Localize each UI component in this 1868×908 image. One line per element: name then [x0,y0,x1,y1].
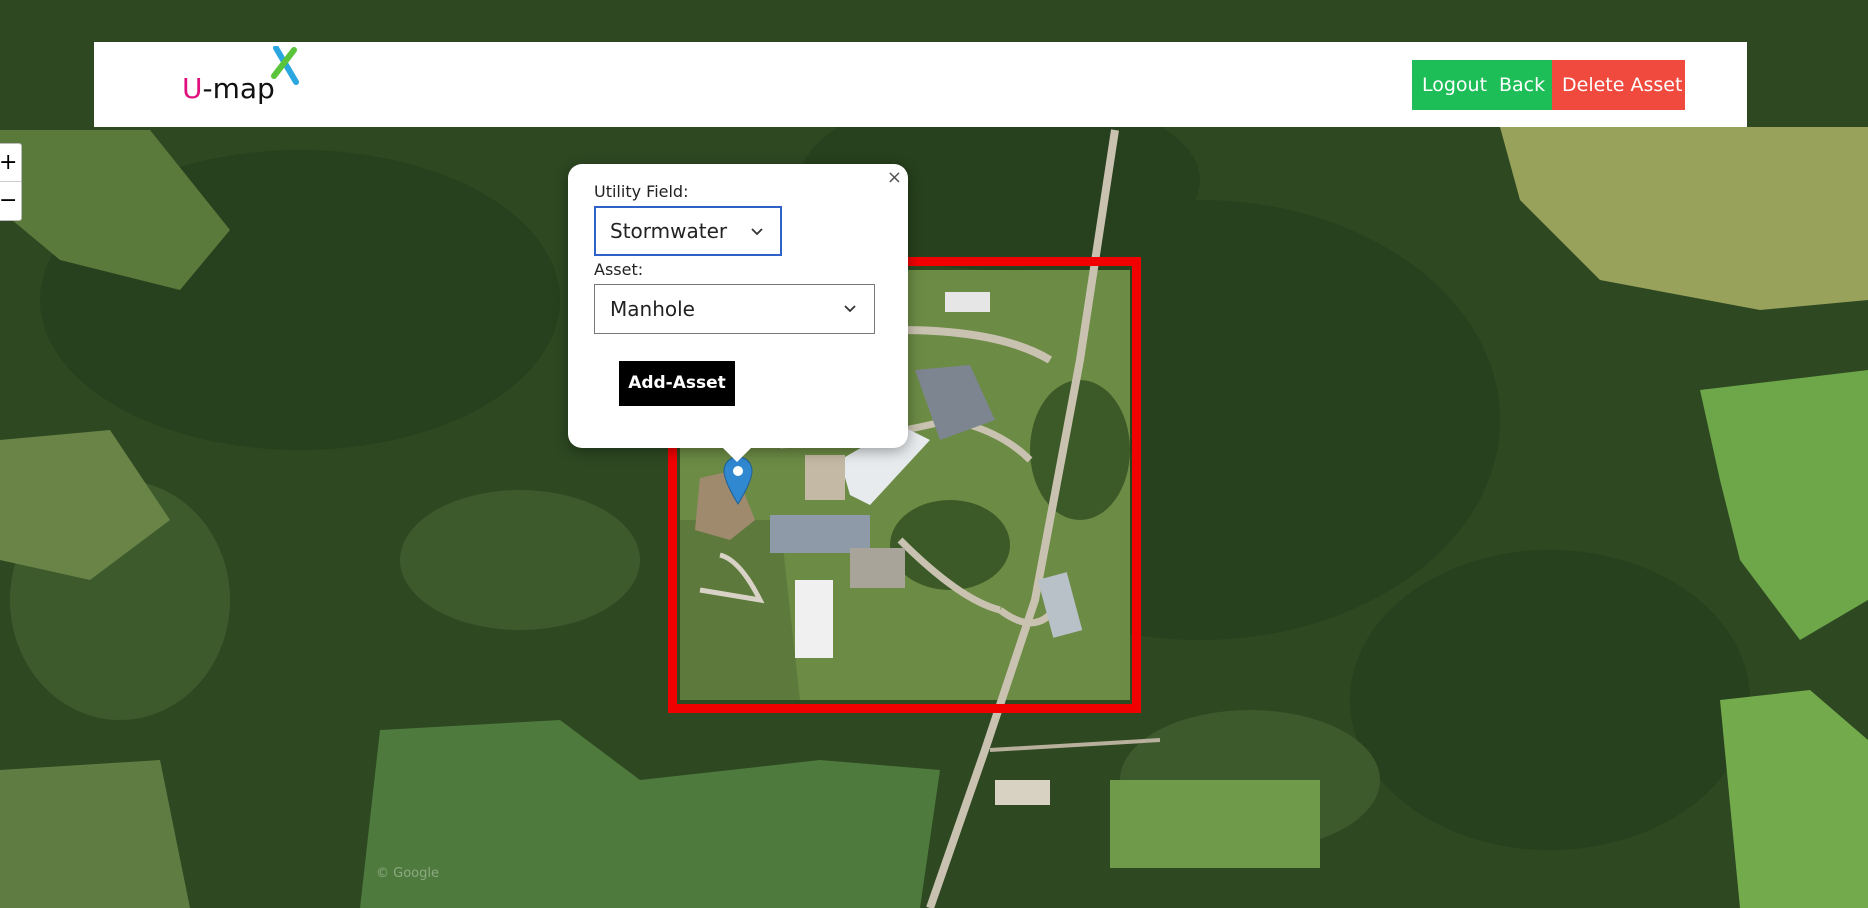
logo-cross-icon [271,46,299,85]
delete-asset-button[interactable]: Delete Asset [1552,60,1685,110]
utility-field-value: Stormwater [610,219,728,243]
chevron-down-icon [844,305,856,313]
header-button-group: Logout Back Delete Asset [1412,60,1685,110]
add-asset-popup: × Utility Field: Stormwater Asset: Manho… [568,164,908,462]
utility-field-label: Utility Field: [594,182,689,201]
popup-close-button[interactable]: × [887,168,902,188]
logo-text: U-map [182,72,275,105]
popup-pointer [723,448,751,462]
add-asset-button[interactable]: Add-Asset [619,361,735,406]
zoom-control: + − [0,143,22,221]
zoom-out-button[interactable]: − [0,182,21,219]
asset-label: Asset: [594,260,644,279]
app-logo[interactable]: U-map [182,46,302,122]
logout-button[interactable]: Logout [1412,60,1489,110]
chevron-down-icon [751,228,763,236]
back-button[interactable]: Back [1489,60,1552,110]
map-marker-icon[interactable] [723,456,753,506]
top-header: U-map Logout Back Delete Asset [94,42,1747,127]
satellite-map[interactable]: © Google [0,0,1868,908]
utility-field-select[interactable]: Stormwater [594,206,782,256]
asset-value: Manhole [610,297,695,321]
zoom-in-button[interactable]: + [0,144,21,181]
map-watermark: © Google [376,866,439,881]
asset-select[interactable]: Manhole [594,284,875,334]
